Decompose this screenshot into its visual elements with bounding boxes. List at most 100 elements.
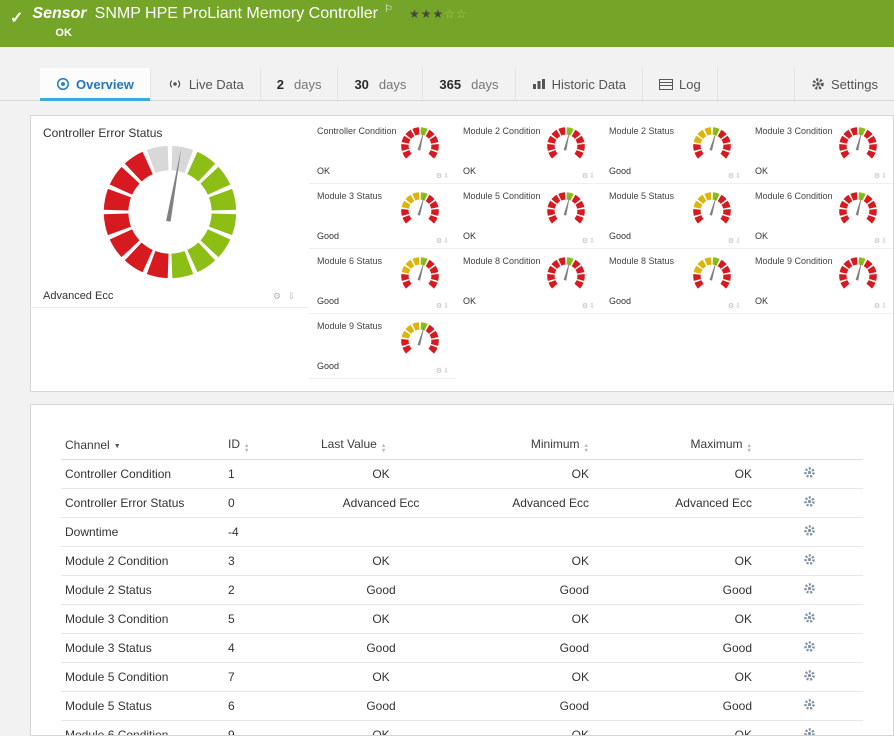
gauge-title: Module 2 Condition <box>463 126 547 136</box>
table-row: Module 3 Status 4 Good Good Good <box>61 634 863 663</box>
header-id[interactable]: ID▲▼ <box>224 431 317 460</box>
sort-icon[interactable]: ▲▼ <box>381 444 386 453</box>
gauge-cell-module-5-status[interactable]: Module 5 Status Good ⚙⇩ <box>601 184 747 249</box>
tab-overview[interactable]: Overview <box>40 68 151 100</box>
channel-settings-icon[interactable] <box>803 582 816 598</box>
gauge-cell-module-9-status[interactable]: Module 9 Status Good ⚙⇩ <box>309 314 455 379</box>
channel-name[interactable]: Module 2 Status <box>61 576 224 605</box>
channel-settings-icon[interactable] <box>803 553 816 569</box>
pin-icon[interactable]: ⇩ <box>881 303 888 310</box>
channel-minimum: Good <box>445 576 593 605</box>
gauge-cell-module-8-condition[interactable]: Module 8 Condition OK ⚙⇩ <box>455 249 601 314</box>
gauge-options-icons[interactable]: ⚙⇩ <box>582 237 596 245</box>
gauge-cell-module-6-condition[interactable]: Module 6 Condition OK ⚙⇩ <box>747 184 893 249</box>
channel-settings-icon[interactable] <box>803 640 816 656</box>
pin-icon[interactable]: ⇩ <box>881 238 888 245</box>
tab-historic-data[interactable]: Historic Data <box>516 68 643 100</box>
stars-filled: ★★★ <box>409 7 444 21</box>
tab-settings[interactable]: Settings <box>794 68 894 100</box>
table-row: Module 3 Condition 5 OK OK OK <box>61 605 863 634</box>
gauge-dial <box>689 255 735 297</box>
gauge-cell-controller-condition[interactable]: Controller Condition OK ⚙⇩ <box>309 119 455 184</box>
gauge-cell-module-2-status[interactable]: Module 2 Status Good ⚙⇩ <box>601 119 747 184</box>
channel-settings-icon[interactable] <box>803 669 816 685</box>
channel-id: 7 <box>224 663 317 692</box>
table-row: Module 5 Status 6 Good Good Good <box>61 692 863 721</box>
gauge-options-icons[interactable]: ⚙⇩ <box>874 302 888 310</box>
channel-name[interactable]: Downtime <box>61 518 224 547</box>
sort-desc-icon[interactable]: ▼ <box>114 443 121 450</box>
pin-icon[interactable]: ⇩ <box>443 173 450 180</box>
channel-settings-icon[interactable] <box>803 611 816 627</box>
tab-2-days-number: 2 <box>277 77 284 92</box>
channel-id: 2 <box>224 576 317 605</box>
primary-channel-gauge-cell[interactable]: Controller Error Status Advanced Ecc ⚙ ⇩ <box>31 116 309 308</box>
sort-icon[interactable]: ▲▼ <box>244 444 249 453</box>
channel-maximum: Advanced Ecc <box>593 489 756 518</box>
pin-icon[interactable]: ⇩ <box>589 303 596 310</box>
priority-stars[interactable]: ★★★☆☆ <box>409 7 468 21</box>
gauge-cell-module-8-status[interactable]: Module 8 Status Good ⚙⇩ <box>601 249 747 314</box>
channel-settings-icon[interactable] <box>803 524 816 540</box>
flag-icon[interactable]: ⚐ <box>384 4 393 15</box>
gauge-cell-module-3-condition[interactable]: Module 3 Condition OK ⚙⇩ <box>747 119 893 184</box>
sort-icon[interactable]: ▲▼ <box>584 444 589 453</box>
channel-settings-icon[interactable] <box>803 466 816 482</box>
gauge-cell-module-5-condition[interactable]: Module 5 Condition OK ⚙⇩ <box>455 184 601 249</box>
channel-settings-icon[interactable] <box>803 727 816 736</box>
pin-icon[interactable]: ⇩ <box>287 291 297 301</box>
channel-name[interactable]: Controller Error Status <box>61 489 224 518</box>
gauge-options-icons[interactable]: ⚙⇩ <box>728 237 742 245</box>
channel-name[interactable]: Module 2 Condition <box>61 547 224 576</box>
gauge-title: Module 8 Status <box>609 256 693 266</box>
pin-icon[interactable]: ⇩ <box>443 303 450 310</box>
gauge-options-icons[interactable]: ⚙ ⇩ <box>273 291 297 302</box>
pin-icon[interactable]: ⇩ <box>443 368 450 375</box>
gear-icon[interactable]: ⚙ <box>273 291 283 301</box>
channel-name[interactable]: Module 5 Status <box>61 692 224 721</box>
gauge-options-icons[interactable]: ⚙⇩ <box>436 367 450 375</box>
channel-name[interactable]: Controller Condition <box>61 460 224 489</box>
gauge-options-icons[interactable]: ⚙⇩ <box>874 172 888 180</box>
gauge-options-icons[interactable]: ⚙⇩ <box>582 302 596 310</box>
channel-settings-icon[interactable] <box>803 698 816 714</box>
gauge-cell-module-9-condition[interactable]: Module 9 Condition OK ⚙⇩ <box>747 249 893 314</box>
gauge-options-icons[interactable]: ⚙⇩ <box>436 237 450 245</box>
pin-icon[interactable]: ⇩ <box>735 238 742 245</box>
gauge-options-icons[interactable]: ⚙⇩ <box>582 172 596 180</box>
gauge-options-icons[interactable]: ⚙⇩ <box>728 172 742 180</box>
tab-live-data[interactable]: Live Data <box>151 68 261 100</box>
header-channel[interactable]: Channel▼ <box>61 431 224 460</box>
gauge-cell-module-2-condition[interactable]: Module 2 Condition OK ⚙⇩ <box>455 119 601 184</box>
gauge-options-icons[interactable]: ⚙⇩ <box>436 302 450 310</box>
gauge-options-icons[interactable]: ⚙⇩ <box>436 172 450 180</box>
gauge-title: Module 3 Status <box>317 191 401 201</box>
pin-icon[interactable]: ⇩ <box>735 303 742 310</box>
channel-settings-icon[interactable] <box>803 495 816 511</box>
gauge-cell-module-3-status[interactable]: Module 3 Status Good ⚙⇩ <box>309 184 455 249</box>
tab-30-days[interactable]: 30days <box>338 68 423 100</box>
pin-icon[interactable]: ⇩ <box>589 173 596 180</box>
tab-log[interactable]: Log <box>643 68 718 100</box>
header-minimum[interactable]: Minimum▲▼ <box>445 431 593 460</box>
header-maximum[interactable]: Maximum▲▼ <box>593 431 756 460</box>
channel-name[interactable]: Module 3 Condition <box>61 605 224 634</box>
header-last-value[interactable]: Last Value▲▼ <box>317 431 445 460</box>
pin-icon[interactable]: ⇩ <box>443 238 450 245</box>
tab-365-days[interactable]: 365days <box>423 68 515 100</box>
channel-name[interactable]: Module 5 Condition <box>61 663 224 692</box>
gauge-value: OK <box>755 231 768 241</box>
pin-icon[interactable]: ⇩ <box>589 238 596 245</box>
overview-target-icon <box>56 77 70 91</box>
primary-gauge-value: Advanced Ecc <box>43 290 113 302</box>
sort-icon[interactable]: ▲▼ <box>747 444 752 453</box>
gauge-options-icons[interactable]: ⚙⇩ <box>728 302 742 310</box>
pin-icon[interactable]: ⇩ <box>881 173 888 180</box>
gauge-options-icons[interactable]: ⚙⇩ <box>874 237 888 245</box>
gauge-cell-module-6-status[interactable]: Module 6 Status Good ⚙⇩ <box>309 249 455 314</box>
gauge-dial <box>543 190 589 232</box>
pin-icon[interactable]: ⇩ <box>735 173 742 180</box>
tab-2-days[interactable]: 2days <box>261 68 339 100</box>
gauge-title: Module 5 Condition <box>463 191 547 201</box>
channel-name[interactable]: Module 3 Status <box>61 634 224 663</box>
